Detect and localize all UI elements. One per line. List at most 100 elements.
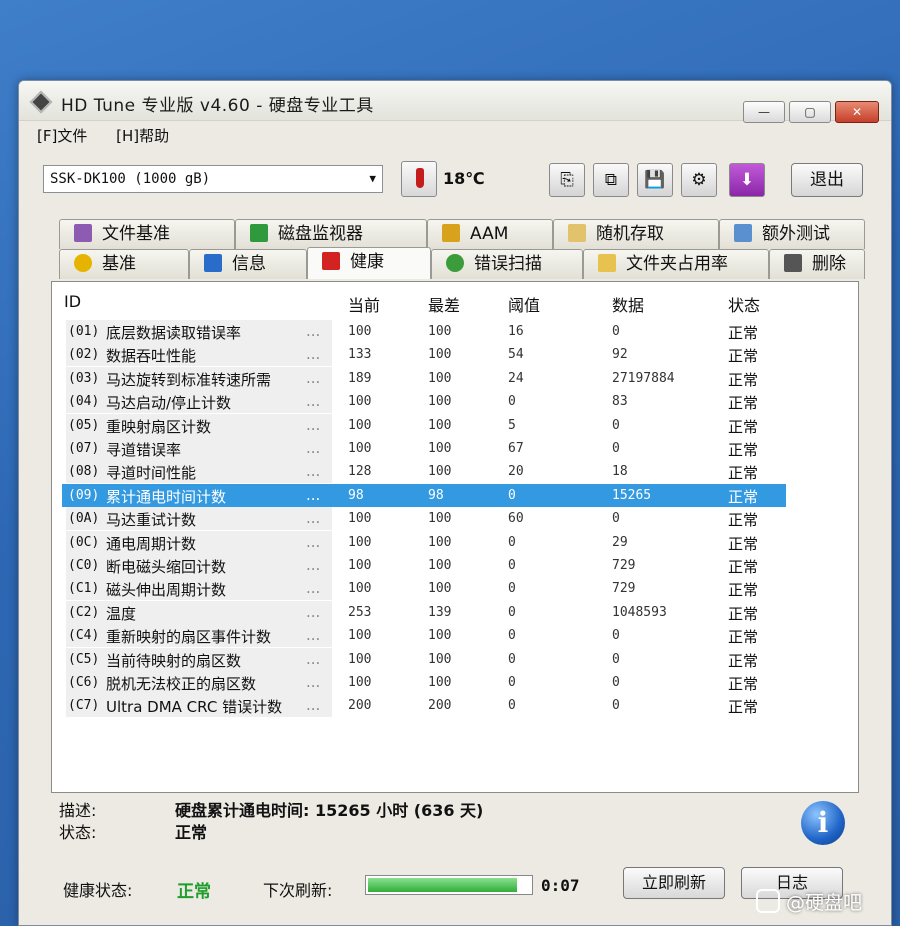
table-row[interactable]: (C2) 温度... 253 139 0 1048593 正常: [62, 600, 786, 624]
copy-all-icon[interactable]: ⧉: [593, 163, 629, 197]
tab-erase[interactable]: 删除: [769, 249, 865, 279]
cell-id: (0A): [68, 511, 100, 527]
tab-info[interactable]: 信息: [189, 249, 307, 279]
table-row[interactable]: (C4) 重新映射的扇区事件计数... 100 100 0 0 正常: [62, 624, 786, 648]
table-row[interactable]: (07) 寻道错误率... 100 100 67 0 正常: [62, 437, 786, 460]
extra-tests-icon: [734, 224, 752, 242]
table-row[interactable]: (09) 累计通电时间计数... 98 98 0 15265 正常: [62, 483, 786, 507]
table-row[interactable]: (04) 马达启动/停止计数... 100 100 0 83 正常: [62, 390, 786, 414]
cell-ellipsis: ...: [306, 462, 321, 481]
cell-ellipsis: ...: [306, 392, 321, 411]
table-row[interactable]: (08) 寻道时间性能... 128 100 20 18 正常: [62, 460, 786, 484]
table-row[interactable]: (0C) 通电周期计数... 100 100 0 29 正常: [62, 530, 786, 554]
maximize-button[interactable]: ▢: [789, 101, 831, 123]
download-icon[interactable]: ⬇: [729, 163, 765, 197]
cell-current: 100: [348, 394, 372, 410]
col-threshold[interactable]: 阈值: [508, 292, 540, 316]
cell-ellipsis: ...: [306, 556, 321, 574]
cell-current: 100: [348, 558, 372, 573]
cell-status: 正常: [728, 394, 759, 413]
tab-disk-monitor[interactable]: 磁盘监视器: [235, 219, 427, 249]
cell-ellipsis: ...: [306, 415, 321, 434]
cell-current: 253: [348, 604, 372, 620]
table-row[interactable]: (02) 数据吞吐性能... 133 100 54 92 正常: [62, 343, 786, 367]
col-worst[interactable]: 最差: [428, 292, 460, 316]
cell-threshold: 0: [508, 675, 516, 690]
cell-id: (02): [68, 347, 100, 363]
info-button-icon[interactable]: i: [801, 801, 845, 845]
cell-ellipsis: ...: [306, 532, 321, 551]
cell-worst: 100: [428, 370, 452, 386]
tab-benchmark[interactable]: 基准: [59, 249, 189, 279]
save-icon[interactable]: 💾: [637, 163, 673, 197]
cell-data: 83: [612, 394, 628, 410]
table-row[interactable]: (C5) 当前待映射的扇区数... 100 100 0 0 正常: [62, 647, 786, 671]
cell-threshold: 0: [508, 394, 516, 410]
tab-file-benchmark[interactable]: 文件基准: [59, 219, 235, 249]
cell-data: 29: [612, 534, 628, 550]
cell-threshold: 0: [508, 487, 516, 503]
cell-ellipsis: ...: [306, 509, 321, 528]
col-status[interactable]: 状态: [728, 292, 760, 316]
cell-worst: 100: [428, 511, 452, 527]
cell-ellipsis: ...: [306, 649, 321, 668]
cell-data: 0: [612, 651, 620, 667]
cell-current: 100: [348, 628, 372, 644]
status-value: 正常: [175, 823, 208, 842]
cell-threshold: 60: [508, 511, 524, 527]
tab-folder-usage[interactable]: 文件夹占用率: [583, 249, 769, 279]
cell-worst: 100: [428, 558, 452, 573]
cell-ellipsis: ...: [306, 602, 321, 621]
cell-current: 100: [348, 441, 372, 456]
cell-name: 累计通电时间计数: [106, 487, 227, 506]
table-row[interactable]: (C0) 断电磁头缩回计数... 100 100 0 729 正常: [62, 554, 786, 577]
tab-row-bottom: 基准 信息 健康 错误扫描 文件夹占用率 删除: [59, 247, 865, 279]
table-row[interactable]: (01) 底层数据读取错误率... 100 100 16 0 正常: [62, 320, 786, 343]
cell-current: 128: [348, 464, 372, 480]
col-current[interactable]: 当前: [348, 292, 380, 316]
col-id[interactable]: ID: [64, 292, 81, 311]
menu-bar: [F]文件 [H]帮助: [37, 125, 193, 146]
table-row[interactable]: (03) 马达旋转到标准转速所需... 189 100 24 27197884 正常: [62, 366, 786, 390]
options-icon[interactable]: ⚙: [681, 163, 717, 197]
copy-icon[interactable]: ⎘: [549, 163, 585, 197]
cell-status: 正常: [728, 464, 759, 483]
cell-worst: 200: [428, 698, 452, 714]
cell-id: (C1): [68, 581, 100, 597]
window-title: HD Tune 专业版 v4.60 - 硬盘专业工具: [61, 96, 374, 116]
random-access-icon: [568, 224, 586, 242]
cell-ellipsis: ...: [306, 439, 321, 457]
exit-button[interactable]: 退出: [791, 163, 863, 197]
description-value: 硬盘累计通电时间: 15265 小时 (636 天): [175, 801, 484, 820]
minimize-button[interactable]: —: [743, 101, 785, 123]
trash-icon: [784, 254, 802, 272]
drive-select[interactable]: SSK-DK100 (1000 gB) ▼: [43, 165, 383, 193]
col-data[interactable]: 数据: [612, 292, 644, 316]
file-benchmark-icon: [74, 224, 92, 242]
table-row[interactable]: (05) 重映射扇区计数... 100 100 5 0 正常: [62, 413, 786, 437]
table-row[interactable]: (C7) Ultra DMA CRC 错误计数... 200 200 0 0 正常: [62, 694, 786, 718]
table-row[interactable]: (C1) 磁头伸出周期计数... 100 100 0 729 正常: [62, 577, 786, 601]
tab-aam[interactable]: AAM: [427, 219, 553, 249]
table-row[interactable]: (0A) 马达重试计数... 100 100 60 0 正常: [62, 507, 786, 531]
close-button[interactable]: ✕: [835, 101, 879, 123]
tab-extra-tests[interactable]: 额外测试: [719, 219, 865, 249]
cell-threshold: 0: [508, 604, 516, 620]
menu-help[interactable]: [H]帮助: [116, 127, 169, 145]
menu-file[interactable]: [F]文件: [37, 127, 87, 145]
cell-current: 189: [348, 370, 372, 386]
cell-status: 正常: [728, 511, 759, 530]
cell-ellipsis: ...: [306, 322, 321, 340]
cell-status: 正常: [728, 370, 759, 389]
refresh-now-button[interactable]: 立即刷新: [623, 867, 725, 899]
table-row[interactable]: (C6) 脱机无法校正的扇区数... 100 100 0 0 正常: [62, 671, 786, 694]
tab-error-scan[interactable]: 错误扫描: [431, 249, 583, 279]
cell-ellipsis: ...: [306, 579, 321, 598]
cell-worst: 100: [428, 417, 452, 433]
cell-data: 0: [612, 628, 620, 644]
tab-random-access[interactable]: 随机存取: [553, 219, 719, 249]
temperature-readout: 18℃: [443, 169, 485, 188]
cell-id: (C7): [68, 698, 100, 714]
title-bar[interactable]: HD Tune 专业版 v4.60 - 硬盘专业工具 — ▢ ✕: [19, 81, 891, 123]
tab-health[interactable]: 健康: [307, 247, 431, 279]
